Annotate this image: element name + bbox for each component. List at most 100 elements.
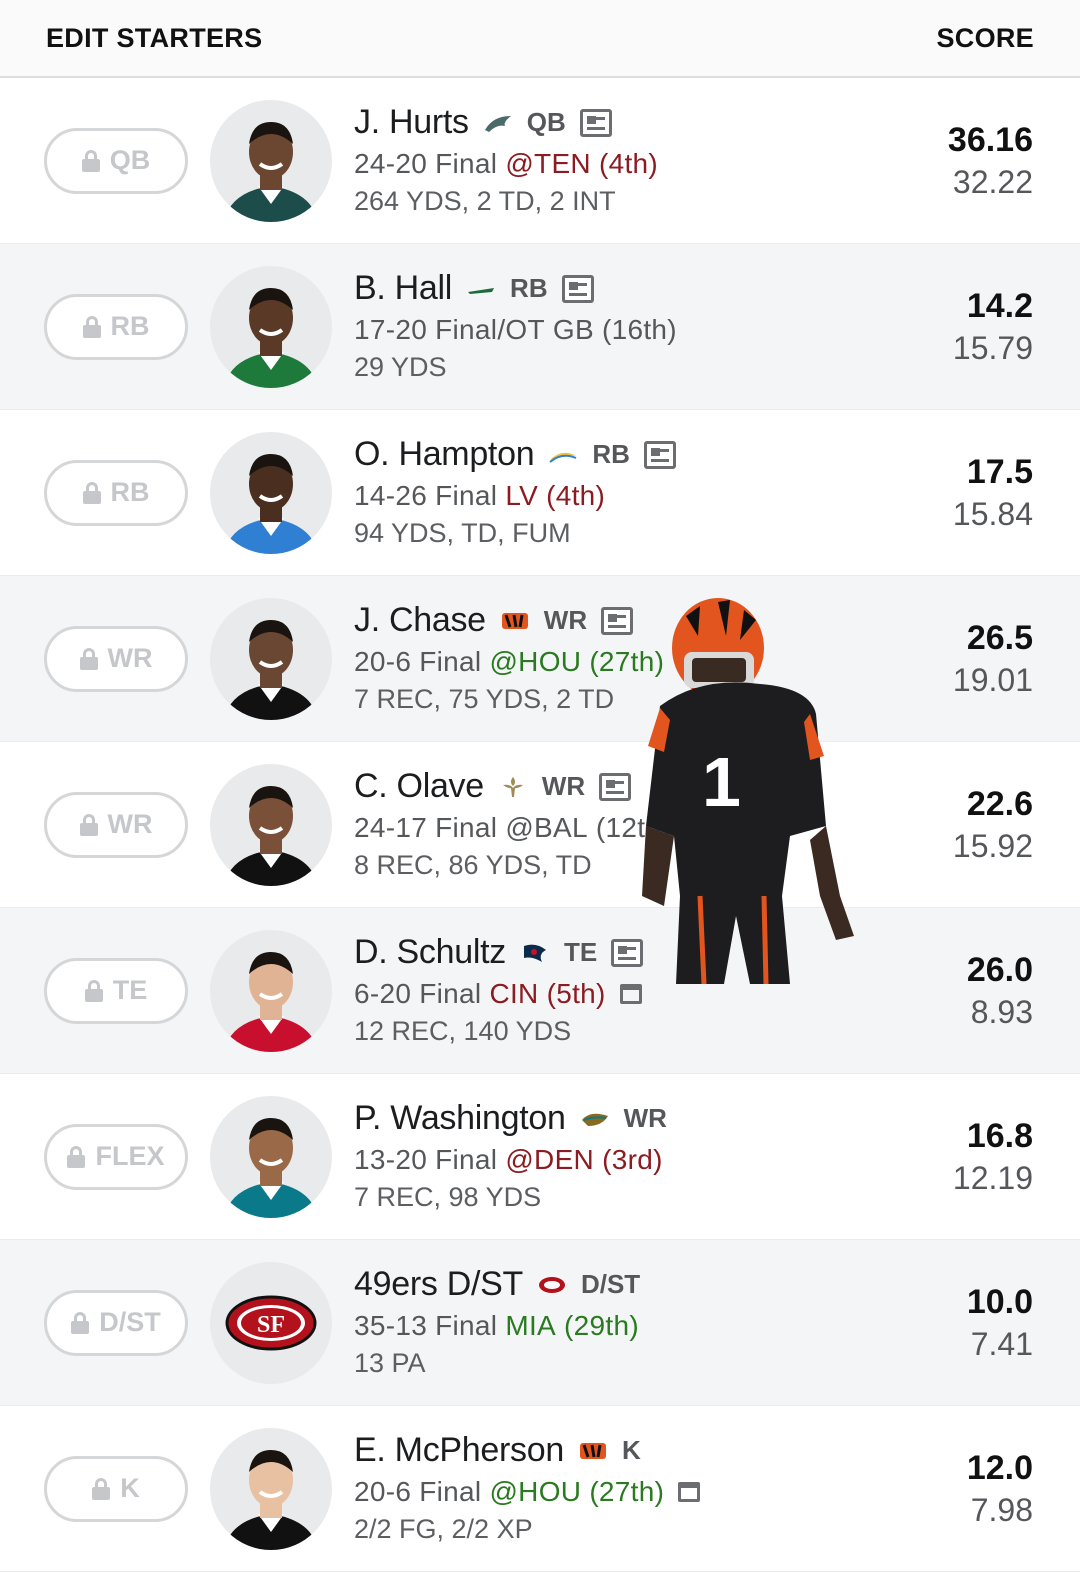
opponent[interactable]: @TEN	[505, 148, 591, 180]
game-result: 13-20 Final @DEN (3rd)	[354, 1140, 667, 1180]
stat-line: 7 REC, 75 YDS, 2 TD	[354, 684, 615, 714]
player-avatar[interactable]	[210, 99, 332, 222]
opponent[interactable]: GB	[553, 314, 594, 346]
player-position: RB	[592, 439, 630, 469]
player-name[interactable]: E. McPherson	[354, 1431, 564, 1470]
player-avatar[interactable]	[210, 597, 332, 720]
starter-row-9: K E. McPherson K 20-6 Final @HOU (27th) …	[0, 1406, 1080, 1572]
player-avatar[interactable]: SF	[210, 1261, 332, 1384]
player-position: WR	[543, 605, 588, 635]
player-name[interactable]: D. Schultz	[354, 933, 506, 972]
news-icon[interactable]	[599, 772, 632, 801]
player-name[interactable]: 49ers D/ST	[354, 1265, 523, 1304]
opponent[interactable]: CIN	[489, 978, 538, 1010]
player-name[interactable]: J. Chase	[354, 601, 486, 640]
eagles-logo-icon	[483, 112, 513, 134]
news-icon[interactable]	[579, 108, 612, 137]
player-info: C. Olave WR 24-17 Final @BAL (12th) 8 RE…	[354, 766, 671, 884]
lock-icon	[71, 1311, 90, 1334]
starters-list: QB J. Hurts QB 24-20 Final @TEN (4th) 26…	[0, 78, 1080, 1572]
slot-label: RB	[110, 477, 150, 507]
lineup-slot-button[interactable]: WR	[44, 791, 188, 858]
actual-points: 36.16	[947, 120, 1033, 159]
game-result: 6-20 Final CIN (5th)	[354, 974, 643, 1014]
game-result: 14-26 Final LV (4th)	[354, 476, 676, 516]
lineup-slot-button[interactable]: QB	[44, 127, 188, 194]
player-avatar[interactable]	[210, 929, 332, 1052]
texans-logo-icon	[520, 942, 550, 964]
opponent-rank: (3rd)	[602, 1143, 663, 1175]
game-status: Final	[435, 811, 498, 843]
player-avatar[interactable]	[210, 1095, 332, 1218]
stat-line: 13 PA	[354, 1348, 426, 1378]
score-cell: 26.5 19.01	[953, 617, 1033, 701]
lineup-slot-button[interactable]: D/ST	[44, 1289, 188, 1356]
player-avatar[interactable]	[210, 763, 332, 886]
game-score: 20-6	[354, 1475, 412, 1507]
game-status: Final	[419, 977, 482, 1009]
opponent[interactable]: @HOU	[489, 1476, 581, 1508]
lineup-slot-button[interactable]: TE	[44, 957, 188, 1024]
score-cell: 17.5 15.84	[953, 451, 1033, 535]
projected-points: 15.92	[952, 827, 1033, 864]
opponent[interactable]: @BAL	[505, 812, 588, 844]
news-icon[interactable]	[611, 938, 644, 967]
opponent-rank: (27th)	[589, 645, 665, 677]
edit-starters-title[interactable]: EDIT STARTERS	[46, 23, 262, 54]
starters-header: EDIT STARTERS SCORE	[0, 0, 1080, 78]
player-info: B. Hall RB 17-20 Final/OT GB (16th) 29 Y…	[354, 268, 677, 386]
49ers-logo-icon	[537, 1274, 567, 1296]
chargers-logo-icon	[548, 444, 578, 466]
game-status: Final/OT	[435, 313, 545, 345]
news-icon[interactable]	[561, 274, 594, 303]
lineup-slot-button[interactable]: RB	[44, 459, 188, 526]
slot-label: K	[120, 1473, 140, 1503]
game-score: 14-26	[354, 479, 428, 511]
opponent[interactable]: MIA	[505, 1310, 556, 1342]
projected-points: 8.93	[970, 993, 1033, 1030]
score-cell: 26.0 8.93	[967, 949, 1033, 1033]
player-name[interactable]: P. Washington	[354, 1099, 566, 1138]
actual-points: 10.0	[966, 1282, 1033, 1321]
player-name[interactable]: C. Olave	[354, 767, 484, 806]
bengals-logo-icon	[578, 1440, 608, 1462]
stat-line: 12 REC, 140 YDS	[354, 1016, 572, 1046]
actual-points: 26.0	[966, 950, 1033, 989]
calendar-icon[interactable]	[619, 983, 642, 1004]
player-name[interactable]: J. Hurts	[354, 103, 469, 142]
player-name[interactable]: B. Hall	[354, 269, 452, 308]
lineup-slot-button[interactable]: K	[44, 1455, 188, 1522]
player-avatar[interactable]	[210, 1427, 332, 1550]
projected-points: 12.19	[952, 1159, 1033, 1196]
projected-points: 15.84	[952, 495, 1033, 532]
opponent[interactable]: @HOU	[489, 646, 581, 678]
saints-logo-icon	[498, 776, 528, 798]
opponent-rank: (5th)	[546, 977, 606, 1009]
lineup-slot-button[interactable]: FLEX	[44, 1123, 188, 1190]
lineup-slot-button[interactable]: WR	[44, 625, 188, 692]
game-score: 24-20	[354, 147, 428, 179]
player-avatar[interactable]	[210, 265, 332, 388]
news-icon[interactable]	[601, 606, 634, 635]
player-name[interactable]: O. Hampton	[354, 435, 535, 474]
lock-icon	[92, 1477, 111, 1500]
opponent-rank: (29th)	[564, 1309, 639, 1341]
game-score: 20-6	[354, 645, 412, 677]
lineup-slot-button[interactable]: RB	[44, 293, 188, 360]
game-score: 6-20	[354, 977, 412, 1009]
calendar-icon[interactable]	[678, 1481, 701, 1502]
game-result: 17-20 Final/OT GB (16th)	[354, 310, 677, 350]
bengals-logo-icon	[500, 610, 530, 632]
slot-label: QB	[109, 145, 151, 175]
opponent[interactable]: LV	[505, 480, 538, 512]
actual-points: 12.0	[966, 1448, 1033, 1487]
player-info: J. Hurts QB 24-20 Final @TEN (4th) 264 Y…	[354, 102, 658, 220]
player-avatar[interactable]	[210, 431, 332, 554]
lock-icon	[79, 813, 98, 836]
news-icon[interactable]	[643, 440, 676, 469]
player-info: 49ers D/ST D/ST 35-13 Final MIA (29th) 1…	[354, 1264, 640, 1382]
game-result: 24-17 Final @BAL (12th)	[354, 808, 671, 848]
player-info: E. McPherson K 20-6 Final @HOU (27th) 2/…	[354, 1430, 701, 1548]
opponent[interactable]: @DEN	[505, 1144, 594, 1176]
actual-points: 17.5	[966, 452, 1033, 491]
